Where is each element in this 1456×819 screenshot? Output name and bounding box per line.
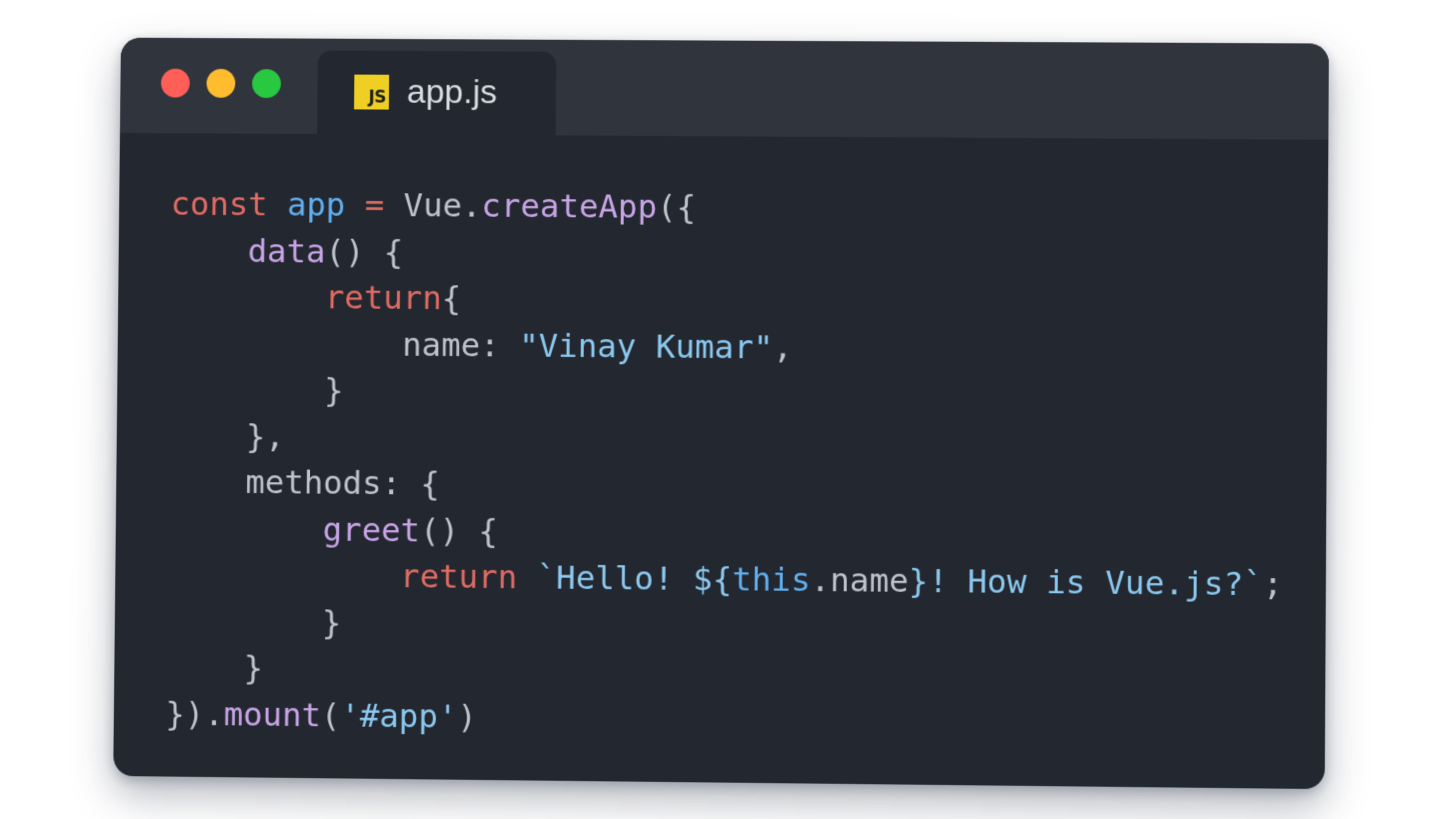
code-token: () { [420, 511, 498, 550]
code-window: JS app.js const app = Vue.createApp({ da… [113, 38, 1329, 789]
code-token [167, 555, 401, 595]
code-token: return [325, 278, 442, 317]
code-token: () { [325, 232, 403, 270]
code-line: } [169, 366, 1284, 421]
code-line: }).mount('#app') [165, 690, 1282, 748]
code-token: name: [169, 324, 519, 364]
code-token: = [365, 186, 404, 224]
code-editor[interactable]: const app = Vue.createApp({ data() { ret… [165, 181, 1285, 748]
code-token [167, 509, 323, 548]
code-token: ) [457, 697, 477, 735]
tab-app-js[interactable]: JS app.js [317, 51, 556, 142]
code-token: '#app' [340, 696, 457, 735]
code-token: Vue. [403, 186, 481, 224]
js-icon-text: JS [368, 88, 386, 108]
title-bar: JS app.js [120, 38, 1329, 140]
code-token: createApp [481, 187, 657, 226]
code-token: ({ [657, 188, 696, 226]
code-token: .name [810, 561, 908, 600]
close-button[interactable] [161, 69, 190, 98]
code-line: const app = Vue.createApp({ [170, 181, 1285, 234]
javascript-file-icon: JS [354, 75, 389, 110]
code-token: ; [1263, 565, 1283, 603]
code-line: data() { [170, 227, 1285, 281]
maximize-button[interactable] [252, 69, 281, 98]
code-token: ( [321, 696, 341, 734]
code-token: mount [224, 695, 322, 734]
code-token: data [248, 232, 326, 270]
code-token: }). [165, 694, 224, 733]
code-token: const [170, 185, 287, 224]
code-token: methods: { [168, 462, 440, 502]
code-line: return{ [169, 273, 1284, 327]
code-token: this [732, 560, 811, 599]
code-token: } [166, 601, 341, 641]
code-token: { [441, 279, 461, 317]
code-token: greet [323, 510, 421, 549]
code-token: app [287, 186, 365, 224]
code-token: return [400, 557, 537, 596]
code-token: `Hello! ${ [536, 558, 732, 598]
code-token: } [166, 648, 264, 687]
minimize-button[interactable] [206, 69, 235, 98]
code-token: } [169, 370, 344, 409]
code-token: "Vinay Kumar" [519, 326, 773, 366]
code-line: name: "Vinay Kumar", [169, 320, 1284, 375]
code-token [170, 231, 248, 269]
code-token [170, 277, 326, 316]
traffic-lights [161, 69, 281, 98]
stage: JS app.js const app = Vue.createApp({ da… [0, 0, 1456, 819]
code-token: , [773, 328, 793, 366]
code-token: }! How is Vue.js?` [908, 562, 1263, 603]
tab-title: app.js [407, 72, 498, 112]
code-token: }, [168, 416, 285, 455]
